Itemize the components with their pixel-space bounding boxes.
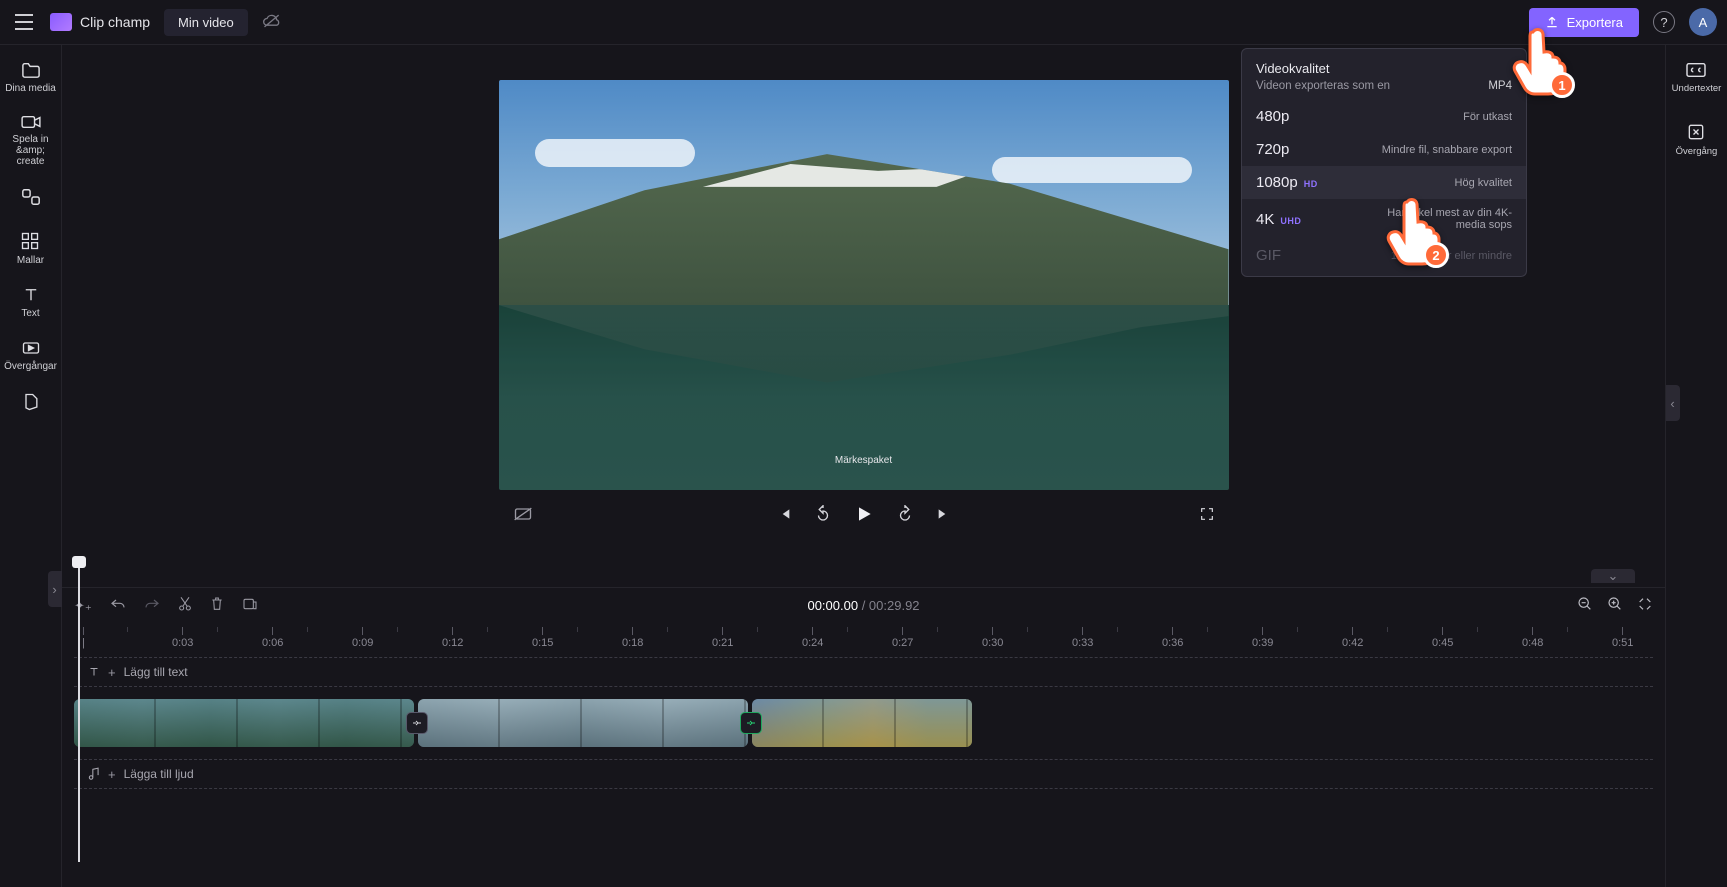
cc-icon [1685, 61, 1707, 79]
sidebar-item-content[interactable] [18, 187, 44, 211]
clip-3[interactable] [752, 699, 972, 747]
timeline-panel: ✦₊ 00:00.00 / 00:29.92 |0:030:060:090:12… [62, 587, 1665, 887]
rewind-button[interactable] [814, 505, 832, 526]
zoom-in-button[interactable] [1607, 596, 1623, 615]
export-option-720p[interactable]: 720pMindre fil, snabbare export [1242, 133, 1526, 166]
clip-1[interactable] [74, 699, 414, 747]
left-sidebar: Dina media Spela in &amp; create Mallar … [0, 45, 62, 887]
sidebar-item-subtitles[interactable]: Undertexter [1672, 61, 1722, 94]
export-option-480p[interactable]: 480pFör utkast [1242, 100, 1526, 133]
topbar: Clip champ Min video Exportera ? A [0, 0, 1727, 45]
project-name-input[interactable]: Min video [164, 9, 248, 36]
text-icon [88, 666, 100, 678]
export-label: Exportera [1567, 15, 1623, 30]
play-button[interactable] [854, 504, 874, 527]
player-controls [499, 490, 1229, 535]
cloud-sync-off-icon[interactable] [262, 13, 282, 32]
sidebar-item-brand[interactable] [20, 392, 42, 416]
magic-icon[interactable]: ✦₊ [74, 598, 92, 614]
split-button[interactable] [242, 596, 258, 615]
expand-icon [1686, 122, 1706, 142]
audio-track[interactable]: + Lägga till ljud [74, 759, 1653, 789]
nav-label: Mallar [17, 255, 44, 266]
music-icon [88, 767, 100, 781]
prev-clip-button[interactable] [776, 506, 792, 525]
export-option-1080p[interactable]: 1080pHDHög kvalitet [1242, 166, 1526, 199]
audio-track-hint: Lägga till ljud [124, 767, 194, 781]
popover-subtitle: Videon exporteras som en [1256, 80, 1390, 92]
timeline-ruler[interactable]: |0:030:060:090:120:150:180:210:240:270:3… [74, 627, 1653, 649]
brand: Clip champ [50, 13, 150, 31]
preview-watermark: Märkespaket [499, 455, 1229, 466]
sidebar-item-transition[interactable]: Övergång [1676, 122, 1718, 157]
video-preview[interactable]: Märkespaket [499, 80, 1229, 490]
popover-title: Videokvalitet [1256, 61, 1512, 76]
timeline-timecode: 00:00.00 / 00:29.92 [807, 598, 919, 613]
next-clip-button[interactable] [936, 506, 952, 525]
cut-button[interactable] [178, 596, 192, 615]
nav-label: Undertexter [1672, 83, 1722, 94]
clip-2[interactable] [418, 699, 748, 747]
playhead[interactable] [78, 562, 80, 862]
folder-icon [20, 61, 42, 79]
text-track-hint: Lägg till text [124, 665, 188, 679]
timeline-collapse-handle[interactable]: ⌄ [62, 569, 1665, 587]
sidebar-expand-handle[interactable]: › [48, 571, 62, 607]
hide-overlay-icon[interactable] [513, 506, 533, 525]
sidebar-item-media[interactable]: Dina media [3, 61, 58, 94]
help-icon[interactable]: ? [1653, 11, 1675, 33]
delete-button[interactable] [210, 596, 224, 615]
shapes-icon [20, 187, 42, 207]
right-sidebar-expand-handle[interactable]: ‹ [1666, 385, 1680, 421]
transition-icon [21, 339, 41, 357]
sidebar-item-transitions[interactable]: Övergångar [2, 339, 59, 372]
camera-icon [20, 114, 42, 130]
fullscreen-button[interactable] [1199, 506, 1215, 525]
nav-label: Övergångar [4, 361, 57, 372]
fit-timeline-button[interactable] [1637, 596, 1653, 615]
right-sidebar: Undertexter Övergång ‹ [1665, 45, 1727, 887]
tracks: + Lägg till text + Lägga till ljud [74, 657, 1653, 789]
text-icon [22, 286, 40, 304]
nav-label: Övergång [1676, 146, 1718, 157]
undo-button[interactable] [110, 597, 126, 614]
transition-badge-1[interactable] [406, 712, 428, 734]
avatar[interactable]: A [1689, 8, 1717, 36]
brand-name: Clip champ [80, 14, 150, 30]
sidebar-item-record[interactable]: Spela in &amp; create [0, 114, 61, 167]
nav-label: Dina media [5, 83, 56, 94]
annotation-hand-2: 2 [1383, 196, 1443, 266]
grid-icon [20, 231, 40, 251]
brand-logo-icon [50, 13, 72, 31]
zoom-out-button[interactable] [1577, 596, 1593, 615]
add-icon: + [108, 767, 116, 782]
text-track[interactable]: + Lägg till text [74, 657, 1653, 687]
video-track[interactable] [74, 697, 1653, 749]
forward-button[interactable] [896, 505, 914, 526]
sidebar-item-templates[interactable]: Mallar [15, 231, 46, 266]
menu-icon[interactable] [10, 8, 38, 36]
nav-label: Text [21, 308, 39, 319]
transition-badge-2[interactable] [740, 712, 762, 734]
annotation-badge: 2 [1423, 242, 1449, 268]
annotation-hand-1: 1 [1509, 26, 1569, 96]
tag-icon [22, 392, 40, 412]
annotation-badge: 1 [1549, 72, 1575, 98]
timeline-toolbar: ✦₊ 00:00.00 / 00:29.92 [74, 596, 1653, 615]
redo-button[interactable] [144, 597, 160, 614]
nav-label: Spela in &amp; create [2, 134, 59, 167]
add-icon: + [108, 665, 116, 680]
sidebar-item-text[interactable]: Text [19, 286, 41, 319]
